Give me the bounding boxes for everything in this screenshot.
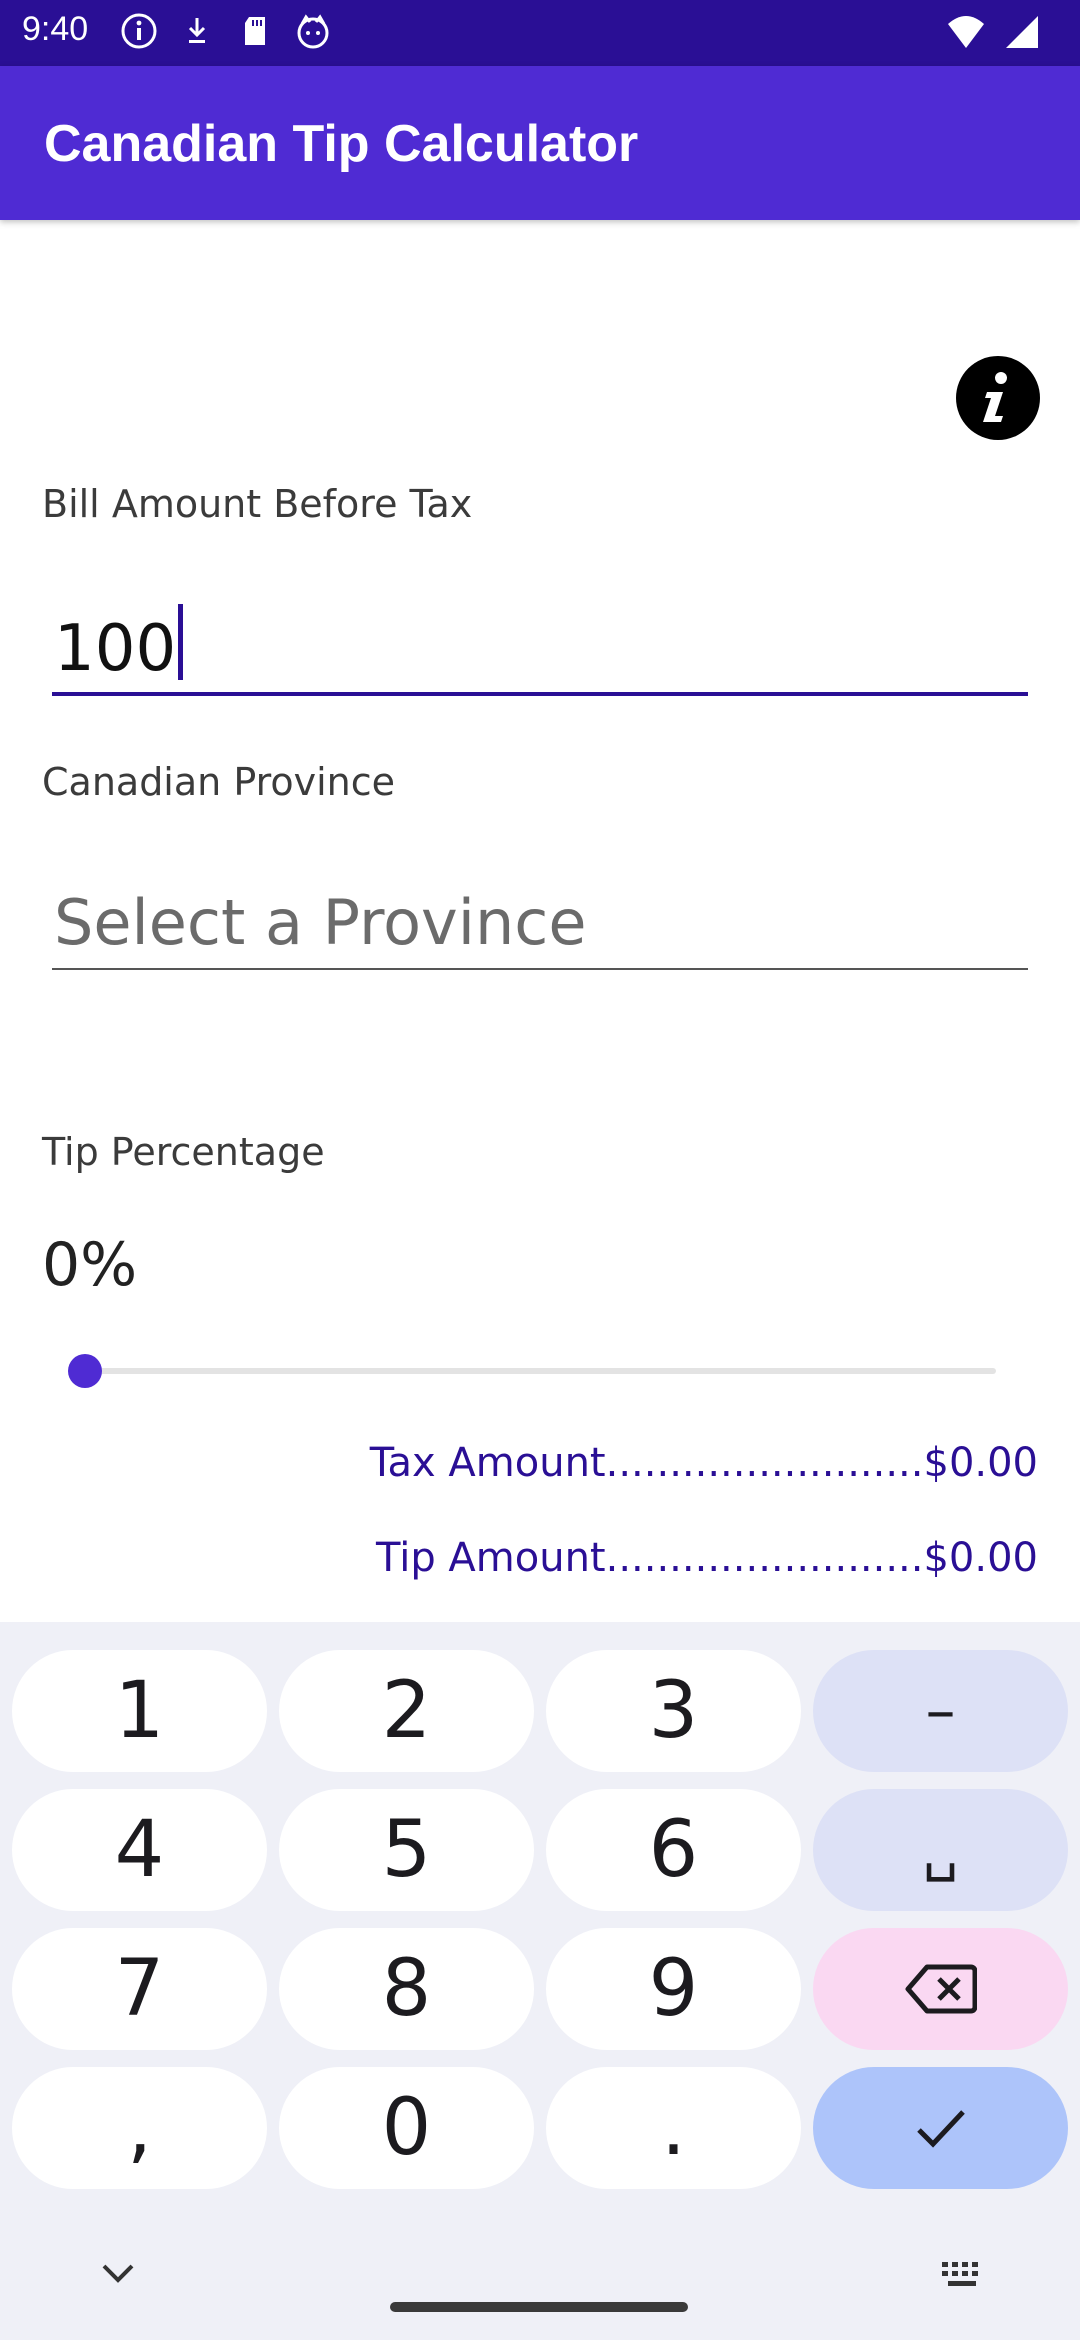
cat-icon [294, 12, 332, 50]
key-1[interactable]: 1 [12, 1650, 267, 1772]
province-placeholder: Select a Province [54, 886, 587, 959]
backspace-key[interactable] [813, 1928, 1068, 2050]
key-8[interactable]: 8 [279, 1928, 534, 2050]
bill-amount-input[interactable]: 100 [52, 600, 1028, 696]
key-4[interactable]: 4 [12, 1789, 267, 1911]
numeric-keyboard: 1 2 3 – 4 5 6 ␣ 7 8 9 , 0 . [0, 1622, 1080, 2340]
key-period[interactable]: . [546, 2067, 801, 2189]
bill-amount-text: 100 [54, 612, 177, 686]
check-icon [916, 2110, 965, 2148]
status-bar: 9:40 [0, 0, 1080, 66]
tip-percentage-value: 0% [42, 1230, 138, 1300]
tax-amount-line: Tax Amount.........................$0.00 [369, 1440, 1038, 1486]
key-0[interactable]: 0 [279, 2067, 534, 2189]
status-right-icons [946, 14, 1040, 54]
info-button[interactable] [956, 356, 1040, 440]
home-indicator[interactable] [390, 2302, 688, 2312]
province-label: Canadian Province [42, 760, 396, 804]
app-bar: Canadian Tip Calculator [0, 66, 1080, 220]
info-icon [120, 12, 158, 50]
enter-key[interactable] [813, 2067, 1068, 2189]
key-comma[interactable]: , [12, 2067, 267, 2189]
app-title: Canadian Tip Calculator [44, 115, 639, 173]
info-icon [983, 372, 1007, 422]
bill-amount-value: 100 [54, 604, 184, 686]
chevron-down-icon[interactable] [100, 2262, 136, 2290]
status-icons [120, 12, 332, 50]
keyboard-icon[interactable] [940, 2260, 986, 2294]
key-minus[interactable]: – [813, 1650, 1068, 1772]
key-2[interactable]: 2 [279, 1650, 534, 1772]
wifi-icon [946, 14, 986, 54]
province-select[interactable]: Select a Province [52, 880, 1028, 970]
key-7[interactable]: 7 [12, 1928, 267, 2050]
download-icon [178, 12, 216, 50]
backspace-icon [905, 1964, 977, 2014]
key-5[interactable]: 5 [279, 1789, 534, 1911]
key-9[interactable]: 9 [546, 1928, 801, 2050]
tip-slider-thumb[interactable] [68, 1354, 102, 1388]
key-3[interactable]: 3 [546, 1650, 801, 1772]
signal-icon [1004, 14, 1040, 54]
bill-amount-label: Bill Amount Before Tax [42, 482, 473, 526]
tip-percentage-label: Tip Percentage [42, 1130, 325, 1174]
sd-card-icon [236, 12, 274, 50]
key-6[interactable]: 6 [546, 1789, 801, 1911]
text-cursor [178, 604, 184, 680]
key-space[interactable]: ␣ [813, 1789, 1068, 1911]
status-time: 9:40 [22, 10, 89, 48]
tip-amount-line: Tip Amount.........................$0.00 [376, 1535, 1038, 1581]
tip-slider-track[interactable] [86, 1368, 996, 1374]
